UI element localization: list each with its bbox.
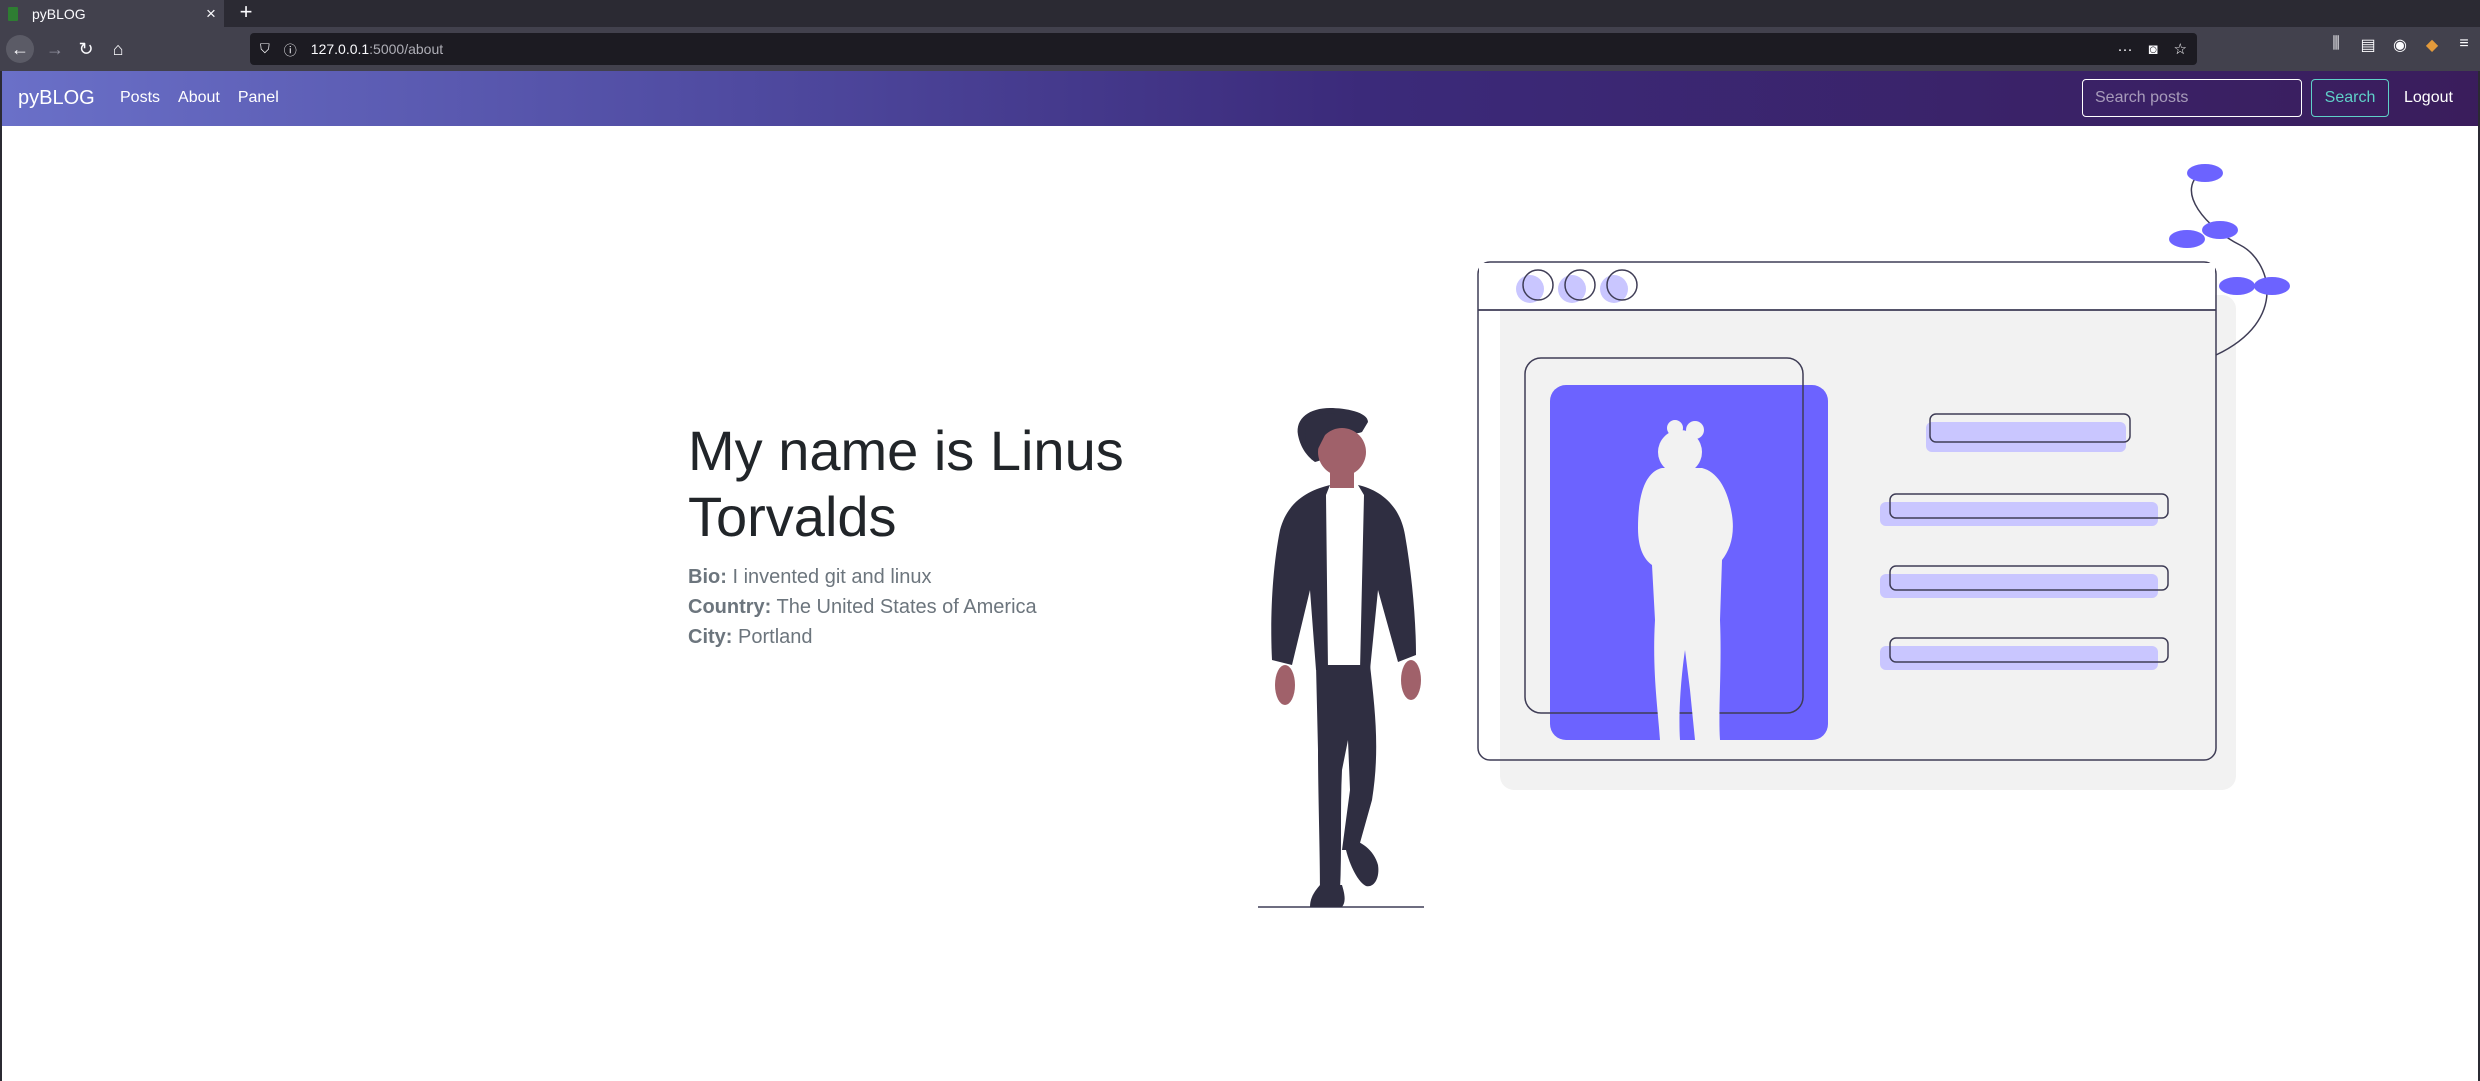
window-border-left — [0, 71, 2, 1081]
tab-title: pyBLOG — [32, 5, 86, 22]
url-bar[interactable]: ⛉ ⓘ 127.0.0.1 :5000/about ··· ◙ ☆ — [250, 33, 2197, 65]
search-button[interactable]: Search — [2311, 79, 2389, 117]
nav-links: Posts About Panel — [120, 89, 279, 107]
nav-link-about[interactable]: About — [178, 89, 220, 107]
favicon-icon — [8, 6, 18, 21]
sidebar-icon[interactable]: ▤ — [2358, 35, 2378, 55]
nav-link-posts[interactable]: Posts — [120, 89, 160, 107]
menu-icon[interactable]: ≡ — [2454, 35, 2474, 55]
back-button[interactable]: ← — [6, 35, 34, 63]
city-row: City: Portland — [688, 622, 1248, 652]
nav-link-panel[interactable]: Panel — [238, 89, 279, 107]
bio-label: Bio: — [688, 566, 727, 588]
shield-icon[interactable]: ⛉ — [260, 41, 270, 57]
extension-icon[interactable]: ◆ — [2422, 35, 2442, 55]
more-actions-icon[interactable]: ··· — [2117, 41, 2132, 58]
library-icon[interactable]: ⫼ — [2326, 35, 2346, 55]
country-row: Country: The United States of America — [688, 592, 1248, 622]
info-icon[interactable]: ⓘ — [284, 40, 297, 59]
country-value: The United States of America — [776, 596, 1037, 618]
site-navbar: pyBLOG Posts About Panel Search Logout — [2, 71, 2478, 126]
browser-tab[interactable]: pyBLOG × — [0, 0, 224, 27]
reload-button[interactable]: ↻ — [72, 35, 100, 63]
new-tab-button[interactable]: + — [232, 0, 260, 27]
city-label: City: — [688, 626, 733, 648]
bio-row: Bio: I invented git and linux — [688, 562, 1248, 592]
logout-link[interactable]: Logout — [2404, 89, 2453, 107]
country-label: Country: — [688, 596, 772, 618]
close-tab-icon[interactable]: × — [198, 4, 224, 24]
account-icon[interactable]: ◉ — [2390, 35, 2410, 55]
bookmark-star-icon[interactable]: ☆ — [2174, 40, 2187, 58]
page-title: My name is Linus Torvalds — [688, 419, 1124, 548]
browser-tabbar: pyBLOG × + — [0, 0, 2480, 27]
brand-logo[interactable]: pyBLOG — [18, 87, 95, 110]
browser-toolbar: ← → ↻ ⌂ ⛉ ⓘ 127.0.0.1 :5000/about ··· ◙ … — [0, 27, 2480, 71]
pocket-icon[interactable]: ◙ — [2148, 41, 2157, 58]
city-value: Portland — [738, 626, 813, 648]
forward-button[interactable]: → — [41, 35, 69, 63]
search-input[interactable] — [2082, 79, 2302, 117]
bio-value: I invented git and linux — [732, 566, 932, 588]
about-section: My name is Linus Torvalds Bio: I invente… — [688, 418, 1248, 652]
profile-illustration — [1258, 164, 2290, 908]
url-path: :5000/about — [369, 41, 444, 57]
home-button[interactable]: ⌂ — [104, 35, 132, 63]
url-host: 127.0.0.1 — [310, 41, 370, 57]
